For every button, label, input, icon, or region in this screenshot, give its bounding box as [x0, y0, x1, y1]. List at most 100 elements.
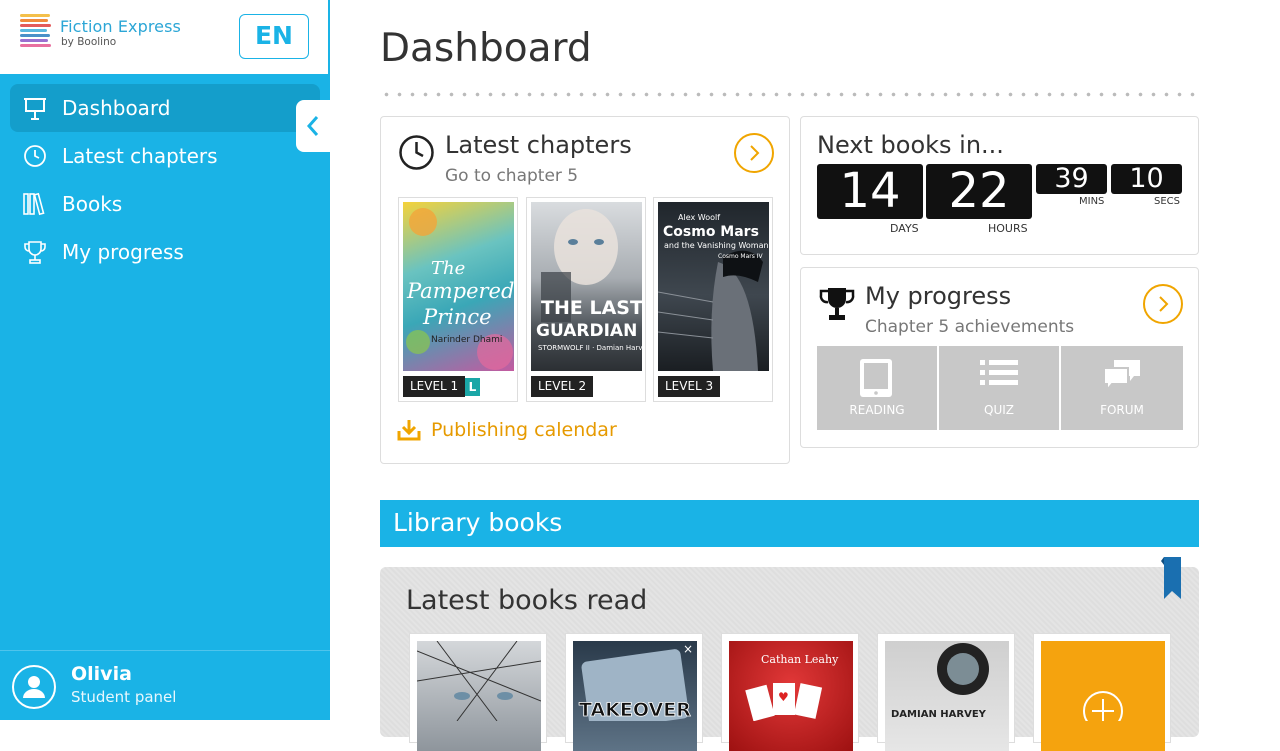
countdown-secs: 10	[1111, 164, 1182, 194]
svg-text:GUARDIAN: GUARDIAN	[536, 321, 637, 341]
latest-books-read-title: Latest books read	[406, 585, 648, 616]
svg-text:STORMWOLF II · Damian Harvey: STORMWOLF II · Damian Harvey	[538, 344, 642, 352]
user-name: Olivia	[71, 663, 132, 685]
bookmark-ribbon-icon[interactable]	[1161, 557, 1181, 599]
svg-text:♥: ♥	[778, 690, 789, 704]
svg-text:TAKEOVER: TAKEOVER	[579, 699, 691, 721]
book-cover: Cathan Leahy ♥	[729, 641, 853, 751]
svg-text:Cosmo Mars: Cosmo Mars	[663, 224, 759, 240]
user-panel[interactable]: Olivia Student panel	[0, 650, 330, 720]
tile-label: FORUM	[1100, 403, 1144, 417]
read-book-card[interactable]: Cathan Leahy ♥	[721, 633, 859, 751]
list-icon	[980, 360, 1018, 385]
book-cover	[417, 641, 541, 751]
dotted-divider	[380, 92, 1200, 97]
secs-label: SECS	[1154, 196, 1180, 207]
svg-text:DAMIAN HARVEY: DAMIAN HARVEY	[891, 709, 987, 720]
level-tag: LEVEL 3	[658, 376, 721, 397]
level-tag: LEVEL 1	[403, 376, 466, 397]
svg-text:The: The	[431, 258, 465, 279]
brand-subtitle: by Boolino	[61, 36, 117, 48]
svg-text:Cathan Leahy: Cathan Leahy	[761, 653, 839, 666]
svg-text:Cosmo Mars IV: Cosmo Mars IV	[718, 253, 764, 260]
sidebar-item-label: My progress	[62, 240, 184, 264]
book-cover: TAKEOVER ×	[573, 641, 697, 751]
my-progress-card: My progress Chapter 5 achievements READI…	[800, 267, 1199, 448]
presentation-board-icon	[24, 98, 46, 120]
clock-icon	[399, 135, 434, 170]
brand-header: Fiction Express by Boolino EN	[0, 0, 328, 74]
next-books-card: Next books in... 14 22 39 10 DAYS HOURS …	[800, 116, 1199, 255]
trophy-icon	[819, 288, 855, 320]
latest-chapters-card: Latest chapters Go to chapter 5 The Pamp…	[380, 116, 790, 464]
read-book-card[interactable]: DAMIAN HARVEY	[877, 633, 1015, 751]
progress-tile-forum[interactable]: FORUM	[1061, 346, 1183, 430]
sidebar-item-dashboard[interactable]: Dashboard	[10, 84, 320, 132]
sidebar-item-books[interactable]: Books	[10, 180, 320, 228]
plus-circle-icon	[1083, 691, 1123, 731]
language-button[interactable]: EN	[239, 14, 309, 59]
hours-label: HOURS	[988, 222, 1028, 235]
svg-text:Pampered: Pampered	[406, 279, 514, 303]
sidebar-nav: Dashboard Latest chapters Books My progr…	[10, 84, 320, 276]
svg-text:THE LAST: THE LAST	[541, 297, 642, 319]
avatar[interactable]	[12, 665, 56, 709]
latest-chapters-title: Latest chapters	[445, 131, 632, 159]
add-book-tile	[1041, 641, 1165, 751]
go-to-chapter-button[interactable]	[734, 133, 774, 173]
tablet-icon	[860, 359, 892, 397]
brand-name: Fiction Express	[60, 17, 181, 36]
chat-bubbles-icon	[1103, 360, 1140, 392]
book-cover: The Pampered Prince Narinder Dhami	[403, 202, 514, 371]
countdown-hours: 22	[926, 164, 1032, 219]
add-book-card[interactable]	[1033, 633, 1171, 751]
chevron-right-icon	[750, 145, 760, 161]
progress-tile-quiz[interactable]: QUIZ	[939, 346, 1059, 430]
svg-text:Prince: Prince	[422, 305, 492, 329]
publishing-calendar-link[interactable]: Publishing calendar	[397, 419, 617, 441]
go-to-progress-button[interactable]	[1143, 284, 1183, 324]
publishing-calendar-label: Publishing calendar	[431, 419, 617, 441]
book-cover: Alex Woolf Cosmo Mars and the Vanishing …	[658, 202, 769, 371]
user-role: Student panel	[71, 688, 177, 706]
chevron-right-icon	[1159, 296, 1169, 312]
sidebar-item-my-progress[interactable]: My progress	[10, 228, 320, 276]
latest-books-read-shelf: Latest books read TAKEOVER × Cathan Leah…	[380, 557, 1199, 751]
read-book-card[interactable]	[409, 633, 547, 751]
collapse-sidebar-button[interactable]	[296, 100, 330, 152]
latest-chapters-subtitle: Go to chapter 5	[445, 166, 579, 186]
level-tag: LEVEL 2	[531, 376, 594, 397]
next-books-title: Next books in...	[817, 131, 1004, 159]
page-title: Dashboard	[380, 26, 592, 71]
book-card-pampered-prince[interactable]: The Pampered Prince Narinder Dhami LEVEL…	[398, 197, 518, 402]
user-avatar-icon	[23, 676, 45, 698]
book-card-last-guardian[interactable]: THE LAST GUARDIAN STORMWOLF II · Damian …	[526, 197, 646, 402]
my-progress-subtitle: Chapter 5 achievements	[865, 317, 1075, 337]
read-book-card[interactable]: TAKEOVER ×	[565, 633, 703, 751]
book-card-cosmo-mars[interactable]: Alex Woolf Cosmo Mars and the Vanishing …	[653, 197, 773, 402]
my-progress-title: My progress	[865, 282, 1012, 310]
library-books-bar[interactable]: Library books	[380, 500, 1199, 547]
fiction-express-logo-icon[interactable]	[20, 14, 52, 52]
download-icon	[397, 420, 421, 441]
sidebar-item-label: Latest chapters	[62, 144, 218, 168]
svg-text:Narinder Dhami: Narinder Dhami	[431, 335, 502, 345]
sidebar-item-label: Dashboard	[62, 96, 171, 120]
book-cover: THE LAST GUARDIAN STORMWOLF II · Damian …	[531, 202, 642, 371]
trophy-icon	[24, 241, 46, 264]
chevron-left-icon	[306, 116, 319, 136]
level-badge: L	[465, 378, 480, 396]
tile-label: QUIZ	[984, 403, 1014, 417]
sidebar: Fiction Express by Boolino EN Dashboard …	[0, 0, 330, 720]
svg-text:Alex Woolf: Alex Woolf	[678, 213, 720, 222]
tile-label: READING	[849, 403, 905, 417]
svg-text:and the Vanishing Woman: and the Vanishing Woman	[664, 241, 769, 250]
countdown-mins: 39	[1036, 164, 1107, 194]
clock-icon	[24, 145, 46, 167]
progress-tile-reading[interactable]: READING	[817, 346, 937, 430]
svg-text:×: ×	[683, 642, 693, 656]
countdown-days: 14	[817, 164, 923, 219]
sidebar-item-latest-chapters[interactable]: Latest chapters	[10, 132, 320, 180]
book-cover: DAMIAN HARVEY	[885, 641, 1009, 751]
days-label: DAYS	[890, 222, 919, 235]
